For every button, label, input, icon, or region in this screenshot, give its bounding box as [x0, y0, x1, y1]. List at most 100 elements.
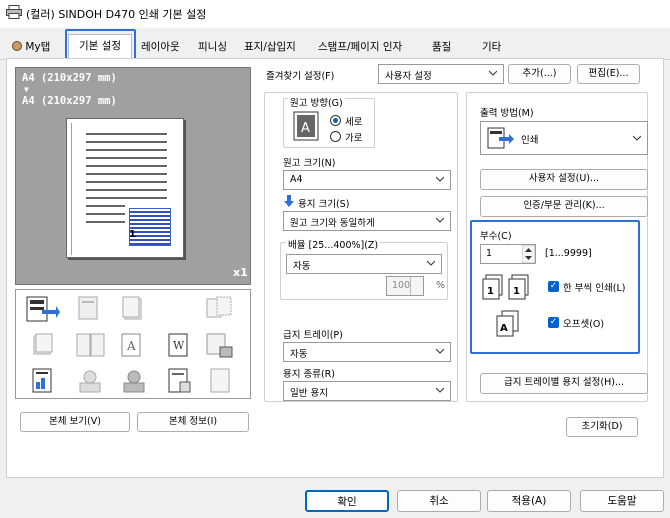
- portrait-radio[interactable]: [330, 115, 341, 126]
- tab-layout[interactable]: 레이아웃: [137, 36, 184, 57]
- preview-page-number: 1: [129, 229, 136, 240]
- tab-label: 레이아웃: [141, 41, 180, 53]
- portrait-page-icon: A: [293, 111, 319, 141]
- svg-text:1: 1: [487, 286, 494, 297]
- copies-spinner[interactable]: [522, 245, 535, 263]
- booklet-icon: [76, 333, 105, 357]
- tab-label: 스탬프/페이지 인자: [318, 41, 403, 53]
- offset-checkbox[interactable]: ✓: [548, 317, 559, 328]
- svg-text:A: A: [500, 323, 508, 334]
- svg-text:1: 1: [513, 286, 520, 297]
- apply-button[interactable]: 적용(A): [487, 490, 571, 512]
- window-title: (컬러) SINDOH D470 인쇄 기본 설정: [26, 8, 207, 21]
- svg-text:W: W: [173, 339, 185, 352]
- landscape-label: 가로: [345, 133, 363, 144]
- favorites-label: 즐겨찾기 설정(F): [266, 71, 335, 82]
- tab-finishing[interactable]: 피니싱: [194, 36, 231, 57]
- sheet-icon: [210, 368, 230, 393]
- auth-dept-button[interactable]: 인증/부문 관리(K)...: [480, 196, 648, 217]
- down-arrow-icon: [284, 195, 294, 207]
- copies-value: 1: [486, 248, 493, 259]
- tray-paper-settings-button[interactable]: 급지 트레이별 용지 설정(H)...: [480, 373, 648, 394]
- chevron-down-icon: [436, 176, 444, 182]
- cancel-button[interactable]: 취소: [397, 490, 481, 512]
- paper-tray-select[interactable]: 자동: [283, 342, 451, 362]
- preview-paper-size: A4 (210x297 mm): [22, 95, 117, 107]
- orientation-label: 원고 방향(G): [288, 95, 345, 109]
- form-overlay-icon: [168, 368, 191, 393]
- watermark-icon: W: [168, 333, 188, 357]
- secure-print-icon: [206, 333, 233, 358]
- favorites-add-button[interactable]: 추가(...): [508, 64, 571, 84]
- ok-button[interactable]: 확인: [305, 490, 389, 512]
- chevron-down-icon: [436, 217, 444, 223]
- output-method-select[interactable]: 인쇄: [480, 121, 648, 155]
- tab-my[interactable]: My탭: [8, 36, 54, 57]
- title-bar: (컬러) SINDOH D470 인쇄 기본 설정: [0, 0, 670, 28]
- portrait-label: 세로: [345, 117, 363, 128]
- user-settings-button[interactable]: 사용자 설정(U)...: [480, 169, 648, 190]
- preview-stamp: [129, 208, 171, 246]
- original-size-select[interactable]: A4: [283, 170, 451, 190]
- zoom-label: 배율 [25...400%](Z): [286, 237, 381, 251]
- stack-icon: [33, 333, 53, 355]
- favorites-edit-button[interactable]: 편집(E)...: [577, 64, 640, 84]
- chevron-down-icon: [436, 348, 444, 354]
- active-tab-highlight: [65, 29, 136, 61]
- paper-size-label: 용지 크기(S): [298, 199, 350, 210]
- output-method-value: 인쇄: [521, 135, 539, 146]
- collate-pages-icon: 1 1: [482, 274, 529, 300]
- tab-cover[interactable]: 표지/삽입지: [240, 36, 300, 57]
- paper-size-select[interactable]: 원고 크기와 동일하게: [283, 211, 451, 231]
- tab-label: 기타: [482, 41, 502, 53]
- text-page-icon: A: [121, 333, 141, 357]
- paper-size-value: 원고 크기와 동일하게: [290, 218, 375, 229]
- tab-quality[interactable]: 품질: [428, 36, 455, 57]
- chevron-down-icon: [489, 70, 497, 76]
- favorites-value: 사용자 설정: [385, 71, 432, 82]
- zoom-unit: %: [436, 280, 446, 291]
- print-output-icon: [487, 127, 514, 149]
- zoom-spinner[interactable]: [410, 277, 423, 295]
- original-size-value: A4: [290, 174, 303, 185]
- tab-label: 표지/삽입지: [244, 41, 296, 53]
- paper-tray-value: 자동: [290, 349, 308, 360]
- offset-label: 오프셋(O): [563, 319, 605, 330]
- copies-label: 부수(C): [480, 231, 512, 242]
- svg-text:A: A: [301, 121, 310, 136]
- paper-type-select[interactable]: 일반 용지: [283, 381, 451, 401]
- chevron-down-icon: [633, 135, 641, 141]
- original-size-label: 원고 크기(N): [283, 158, 336, 169]
- account-icon: [123, 370, 145, 393]
- tab-label: My탭: [25, 41, 51, 53]
- collate-icon: [78, 296, 98, 320]
- preview-copy-count: x1: [233, 266, 248, 279]
- device-view-button[interactable]: 본체 보기(V): [20, 412, 130, 432]
- collate-label: 한 부씩 인쇄(L): [563, 283, 626, 294]
- tab-label: 피니싱: [198, 41, 227, 53]
- tab-stamp[interactable]: 스탬프/페이지 인자: [314, 36, 406, 57]
- paper-type-label: 용지 종류(R): [283, 369, 335, 380]
- zoom-value: 100: [392, 280, 411, 291]
- landscape-radio[interactable]: [330, 131, 341, 142]
- document-icon: [122, 296, 142, 320]
- zoom-mode-select[interactable]: 자동: [286, 254, 442, 274]
- favorites-select[interactable]: 사용자 설정: [378, 64, 504, 84]
- tab-other[interactable]: 기타: [478, 36, 505, 57]
- paper-tray-label: 급지 트레이(P): [283, 330, 343, 341]
- zoom-mode-value: 자동: [293, 261, 311, 272]
- user-stamp-icon: [79, 370, 101, 393]
- copies-range: [1...9999]: [545, 248, 592, 259]
- preview-original-size: A4 (210x297 mm): [22, 72, 117, 84]
- output-print-icon: [26, 296, 60, 322]
- rotate-icon: [206, 296, 232, 318]
- output-method-label: 출력 방법(M): [480, 108, 534, 119]
- chevron-down-icon: [427, 260, 435, 266]
- device-info-button[interactable]: 본체 정보(I): [137, 412, 249, 432]
- help-button[interactable]: 도움말: [580, 490, 664, 512]
- tab-label: 품질: [432, 41, 452, 53]
- collate-checkbox[interactable]: ✓: [548, 281, 559, 292]
- printer-icon: [6, 5, 22, 19]
- reset-button[interactable]: 초기화(D): [566, 417, 638, 437]
- paper-type-value: 일반 용지: [290, 388, 328, 399]
